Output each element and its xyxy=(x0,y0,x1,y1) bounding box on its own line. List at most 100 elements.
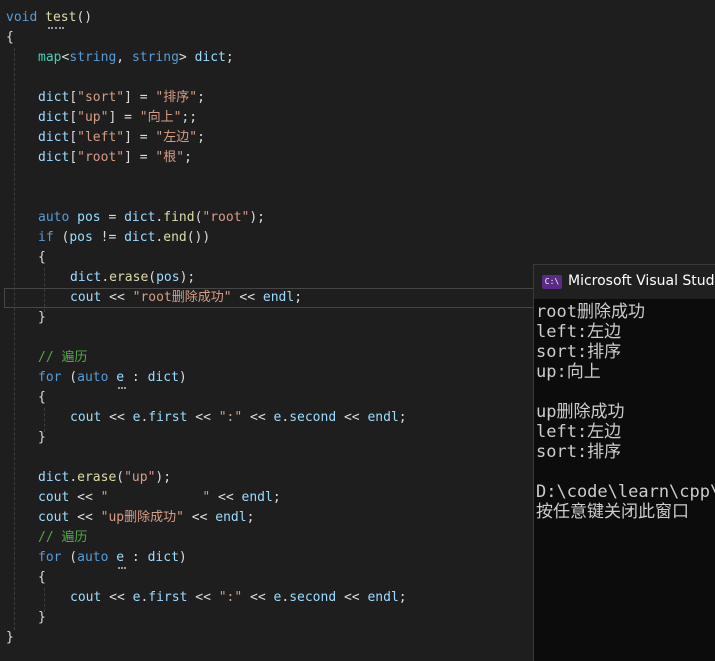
code-token: () xyxy=(76,10,93,25)
code-token: [ xyxy=(69,110,78,125)
indent-guide xyxy=(14,48,15,630)
code-line-7[interactable]: dict["left"] = "左边"; xyxy=(38,128,205,148)
code-line-19[interactable]: for (auto e : dict) xyxy=(38,368,187,388)
code-token: ); xyxy=(179,270,196,285)
code-token: second xyxy=(289,590,337,605)
code-token: second xyxy=(289,410,337,425)
console-title-bar[interactable]: C:\ Microsoft Visual Studio xyxy=(534,265,715,299)
code-line-21[interactable]: cout << e.first << ":" << e.second << en… xyxy=(70,408,407,428)
code-line-32[interactable]: } xyxy=(6,628,14,648)
code-token: } xyxy=(38,430,46,445)
code-token: << xyxy=(242,590,274,605)
code-token: " " xyxy=(100,490,211,505)
code-line-3[interactable]: map<string, string> dict; xyxy=(38,48,234,68)
console-output-line: left:左边 xyxy=(536,322,622,342)
code-token: dict xyxy=(70,270,102,285)
code-token: dict xyxy=(38,150,70,165)
code-token: "up删除成功" xyxy=(100,510,184,525)
code-line-14[interactable]: dict.erase(pos); xyxy=(70,268,195,288)
code-line-8[interactable]: dict["root"] = "根"; xyxy=(38,148,192,168)
code-token: endl xyxy=(367,410,399,425)
code-token: find xyxy=(163,210,195,225)
warning-squiggle xyxy=(118,385,126,389)
code-token: ; xyxy=(398,590,407,605)
code-token: ] = xyxy=(124,130,156,145)
code-token: . xyxy=(281,410,290,425)
code-token: dict xyxy=(147,370,179,385)
console-output-line: sort:排序 xyxy=(536,442,622,462)
code-token: ( xyxy=(53,230,70,245)
code-token: auto xyxy=(77,550,109,565)
code-token: first xyxy=(148,590,188,605)
console-output-line: D:\code\learn\cpp\ xyxy=(536,482,715,502)
code-line-25[interactable]: cout << " " << endl; xyxy=(38,488,281,508)
code-token: dict xyxy=(38,110,70,125)
code-token: string xyxy=(131,50,179,65)
code-token: { xyxy=(38,250,46,265)
console-output-line: root删除成功 xyxy=(536,302,645,322)
code-line-27[interactable]: // 遍历 xyxy=(38,528,87,548)
code-token: { xyxy=(38,390,46,405)
code-line-18[interactable]: // 遍历 xyxy=(38,348,87,368)
code-token: dict xyxy=(124,230,156,245)
code-token: cout xyxy=(70,410,102,425)
code-token: ( xyxy=(61,550,78,565)
code-token: "up" xyxy=(124,470,156,485)
code-line-26[interactable]: cout << "up删除成功" << endl; xyxy=(38,508,254,528)
code-token: dict xyxy=(194,50,226,65)
code-token: "左边" xyxy=(155,130,198,145)
code-token: << xyxy=(210,490,242,505)
code-line-24[interactable]: dict.erase("up"); xyxy=(38,468,171,488)
code-token: << xyxy=(336,410,368,425)
code-token: } xyxy=(6,630,14,645)
code-token: erase xyxy=(109,270,149,285)
code-token: map xyxy=(38,50,62,65)
code-token: "root" xyxy=(202,210,250,225)
code-line-15[interactable]: cout << "root删除成功" << endl; xyxy=(70,288,302,308)
console-output-line: 按任意键关闭此窗口 xyxy=(536,502,689,522)
code-line-11[interactable]: auto pos = dict.find("root"); xyxy=(38,208,265,228)
code-token: << xyxy=(183,510,216,525)
code-token: << xyxy=(101,290,133,305)
console-title: Microsoft Visual Studio xyxy=(568,273,715,289)
code-line-29[interactable]: { xyxy=(38,568,46,588)
code-line-13[interactable]: { xyxy=(38,248,46,268)
code-token: endl xyxy=(367,590,399,605)
code-line-16[interactable]: } xyxy=(38,308,46,328)
code-line-22[interactable]: } xyxy=(38,428,46,448)
code-token: ] = xyxy=(124,90,156,105)
console-output-line: up删除成功 xyxy=(536,402,625,422)
code-token: ":" xyxy=(218,410,243,425)
code-line-2[interactable]: { xyxy=(6,28,14,48)
warning-squiggle xyxy=(118,565,126,569)
code-token: { xyxy=(38,570,46,585)
code-line-20[interactable]: { xyxy=(38,388,46,408)
code-token: cout xyxy=(38,490,70,505)
code-line-5[interactable]: dict["sort"] = "排序"; xyxy=(38,88,205,108)
code-token: ); xyxy=(249,210,266,225)
indent-guide xyxy=(44,268,45,312)
code-line-12[interactable]: if (pos != dict.end()) xyxy=(38,228,210,248)
code-token: "left" xyxy=(77,130,125,145)
code-token: != xyxy=(92,230,125,245)
code-line-6[interactable]: dict["up"] = "向上";; xyxy=(38,108,197,128)
console-window[interactable]: C:\ Microsoft Visual Studio root删除成功 lef… xyxy=(533,264,715,661)
code-token: ] = xyxy=(108,110,140,125)
code-line-31[interactable]: } xyxy=(38,608,46,628)
code-token: ; xyxy=(225,50,234,65)
code-token: "root" xyxy=(77,150,125,165)
code-comment: // 遍历 xyxy=(38,350,88,365)
code-line-30[interactable]: cout << e.first << ":" << e.second << en… xyxy=(70,588,407,608)
code-token: ( xyxy=(148,270,157,285)
code-token: . xyxy=(101,270,110,285)
code-token: : xyxy=(124,550,148,565)
code-token: auto xyxy=(38,210,70,225)
console-output-line: sort:排序 xyxy=(536,342,622,362)
code-line-28[interactable]: for (auto e : dict) xyxy=(38,548,187,568)
code-token: "向上" xyxy=(139,110,182,125)
code-token: dict xyxy=(38,90,70,105)
code-token: endl xyxy=(241,490,273,505)
code-token: void xyxy=(6,10,38,25)
console-output-line: left:左边 xyxy=(536,422,622,442)
code-token: pos xyxy=(77,210,101,225)
